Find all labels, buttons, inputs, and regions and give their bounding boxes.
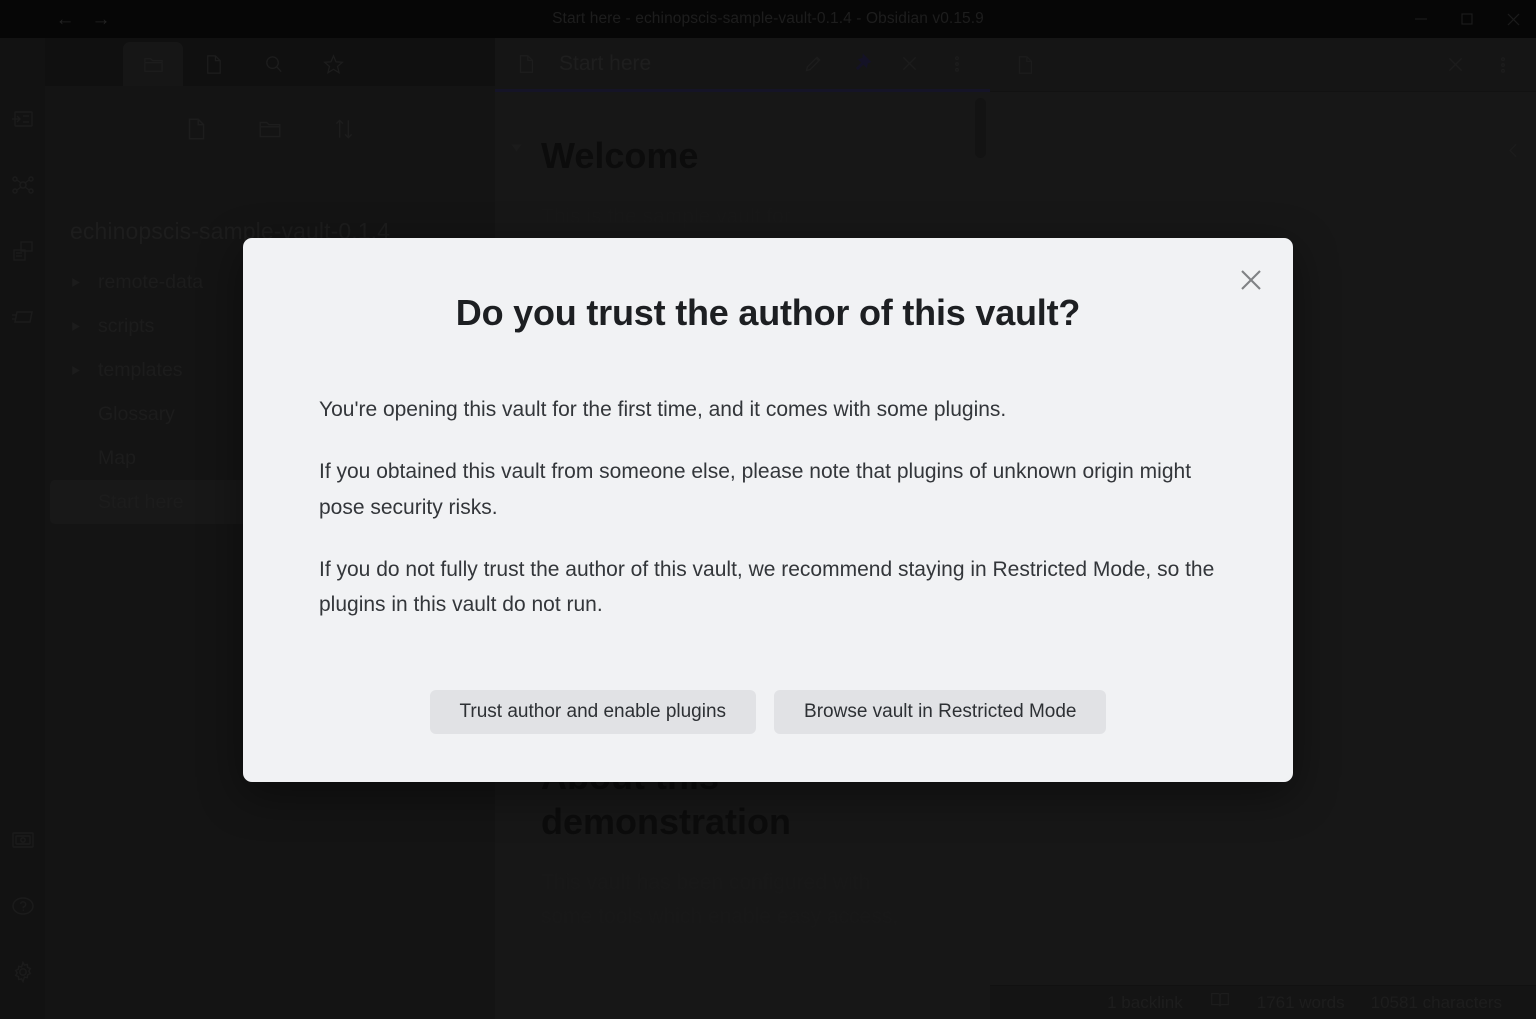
- trust-author-button[interactable]: Trust author and enable plugins: [429, 690, 757, 734]
- modal-button-row: Trust author and enable plugins Browse v…: [243, 690, 1293, 734]
- modal-title: Do you trust the author of this vault?: [455, 292, 1081, 333]
- modal-paragraph-1: You're opening this vault for the first …: [319, 398, 1007, 421]
- modal-paragraph-3: If you do not fully trust the author of …: [319, 557, 1215, 617]
- trust-author-modal: Do you trust the author of this vault? Y…: [243, 238, 1293, 782]
- obsidian-window: ← → Start here - echinopscis-sample-vaul…: [0, 0, 1536, 1019]
- restricted-mode-button[interactable]: Browse vault in Restricted Mode: [774, 690, 1107, 734]
- modal-body: You're opening this vault for the first …: [319, 392, 1219, 622]
- modal-paragraph-2: If you obtained this vault from someone …: [319, 460, 1192, 519]
